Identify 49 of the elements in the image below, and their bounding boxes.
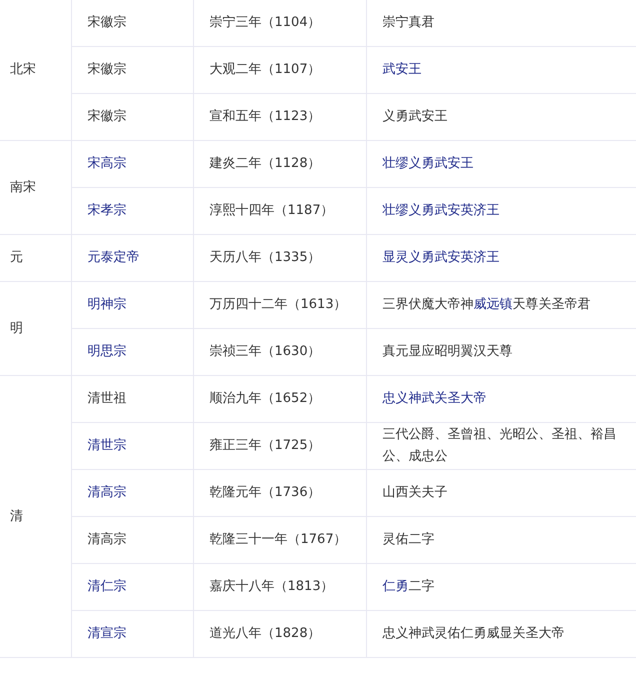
year-text: 乾隆三十一年（1767） xyxy=(210,532,347,547)
dynasty-text: 北宋 xyxy=(10,62,36,77)
title-link[interactable]: 仁勇 xyxy=(382,579,408,594)
year-text: 崇祯三年（1630） xyxy=(210,344,321,359)
title-text: 真元显应昭明翼汉天尊 xyxy=(382,344,512,359)
title-text: 灵佑二字 xyxy=(382,532,434,547)
emperor-link[interactable]: 宋孝宗 xyxy=(88,203,126,218)
year-text: 宣和五年（1123） xyxy=(210,109,321,124)
title-text: 山西关夫子 xyxy=(382,485,448,500)
emperor-link[interactable]: 清仁宗 xyxy=(88,579,126,594)
title-link[interactable]: 武安王 xyxy=(382,62,422,77)
year-text: 万历四十二年（1613） xyxy=(210,297,347,312)
year-text: 建炎二年（1128） xyxy=(210,156,321,171)
title-text: 仁勇二字 xyxy=(382,579,434,594)
emperor-link[interactable]: 元泰定帝 xyxy=(88,250,140,265)
title-text: 崇宁真君 xyxy=(382,15,434,30)
year-text: 嘉庆十八年（1813） xyxy=(210,579,334,594)
year-text: 顺治九年（1652） xyxy=(210,391,321,406)
emperor-link[interactable]: 清世宗 xyxy=(88,438,126,453)
year-text: 天历八年（1335） xyxy=(210,250,321,265)
dynasty-text: 元 xyxy=(10,250,23,265)
title-text: 义勇武安王 xyxy=(382,109,448,124)
emperor-text: 清高宗 xyxy=(88,532,126,547)
emperor-text: 宋徽宗 xyxy=(88,15,126,30)
year-text: 淳熙十四年（1187） xyxy=(210,203,334,218)
year-text: 乾隆元年（1736） xyxy=(210,485,321,500)
emperor-link[interactable]: 明神宗 xyxy=(88,297,126,312)
year-text: 大观二年（1107） xyxy=(210,62,321,77)
emperor-link[interactable]: 明思宗 xyxy=(88,344,126,359)
dynasty-text: 清 xyxy=(10,508,23,524)
title-link[interactable]: 威远镇 xyxy=(474,297,512,312)
title-text: 忠义神武灵佑仁勇威显关圣大帝 xyxy=(382,626,564,641)
emperor-text: 清世祖 xyxy=(88,391,126,406)
title-link[interactable]: 壮缪义勇武安王 xyxy=(382,156,474,171)
dynasty-text: 南宋 xyxy=(10,180,36,194)
title-text: 三代公爵、圣曾祖、光昭公、圣祖、裕昌公、成忠公 xyxy=(382,427,616,464)
year-text: 崇宁三年（1104） xyxy=(210,15,321,30)
title-text: 三界伏魔大帝神威远镇天尊关圣帝君 xyxy=(382,297,590,312)
year-text: 雍正三年（1725） xyxy=(210,438,321,453)
year-text: 道光八年（1828） xyxy=(210,626,321,641)
emperor-link[interactable]: 清高宗 xyxy=(88,485,126,500)
dynasty-text: 明 xyxy=(10,320,23,336)
emperor-text: 宋徽宗 xyxy=(88,109,126,124)
emperor-link[interactable]: 清宣宗 xyxy=(88,626,126,641)
title-link[interactable]: 忠义神武关圣大帝 xyxy=(382,391,486,406)
emperor-link[interactable]: 宋高宗 xyxy=(88,156,126,171)
title-link[interactable]: 显灵义勇武安英济王 xyxy=(382,250,500,265)
title-link[interactable]: 壮缪义勇武安英济王 xyxy=(382,203,500,218)
emperor-text: 宋徽宗 xyxy=(88,62,126,77)
